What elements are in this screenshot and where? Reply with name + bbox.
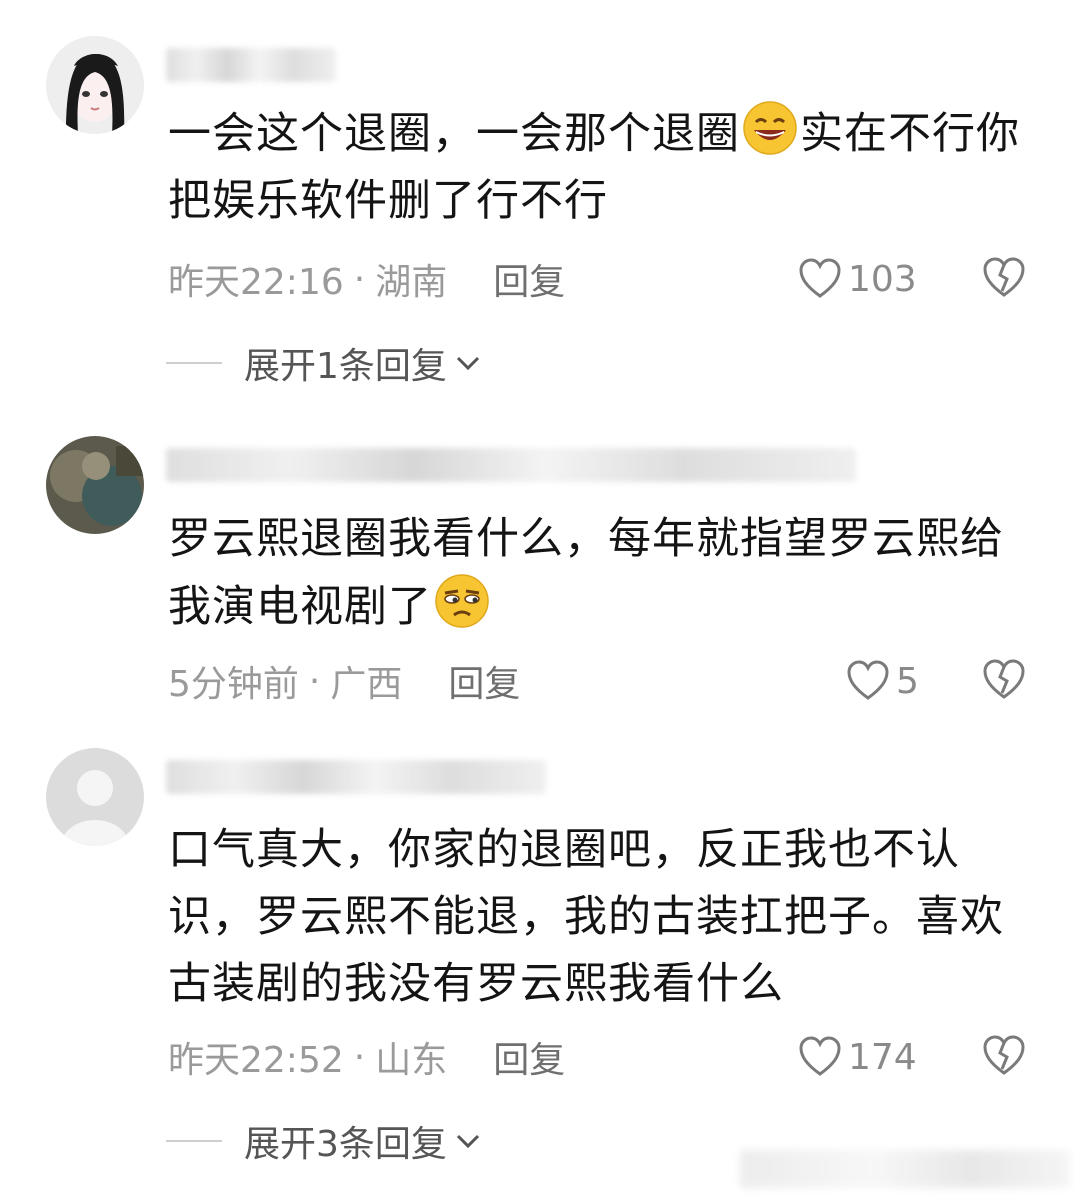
username-blurred[interactable] bbox=[166, 760, 546, 794]
heart-outline-icon bbox=[799, 1036, 841, 1076]
avatar-image bbox=[46, 436, 144, 534]
meta-separator: · bbox=[353, 258, 366, 300]
heart-outline-icon bbox=[847, 660, 889, 700]
comment-meta: 昨天22:52 · 山东 回复 174 bbox=[168, 1032, 1040, 1082]
expand-replies-label: 展开1条回复 bbox=[244, 346, 447, 387]
reply-button[interactable]: 回复 bbox=[448, 655, 520, 707]
like-count: 174 bbox=[848, 1036, 917, 1078]
avatar-image bbox=[46, 36, 144, 134]
comment-location: 广西 bbox=[330, 664, 403, 705]
comment-text: 罗云熙退圈我看什么，每年就指望罗云熙给我演电视剧了 bbox=[168, 514, 1004, 632]
comment-meta: 昨天22:16 · 湖南 回复 103 bbox=[168, 254, 1040, 304]
chevron-down-icon bbox=[456, 356, 479, 371]
username-blurred[interactable] bbox=[166, 448, 856, 482]
broken-heart-icon[interactable] bbox=[982, 659, 1026, 701]
divider-line bbox=[166, 1140, 222, 1142]
reply-button[interactable]: 回复 bbox=[493, 253, 565, 305]
chevron-down-icon bbox=[456, 1134, 479, 1149]
comment-meta: 5分钟前 · 广西 回复 5 bbox=[168, 656, 1040, 706]
like-button[interactable]: 174 bbox=[798, 1036, 917, 1078]
watermark-blurred bbox=[740, 1150, 1070, 1188]
like-count: 103 bbox=[848, 258, 917, 300]
expand-replies-button[interactable]: 展开3条回复 bbox=[166, 1116, 483, 1166]
unamused-emoji-icon bbox=[435, 574, 489, 628]
comment-text: 一会这个退圈，一会那个退圈 实在不行你把娱乐软件删了行不行 bbox=[168, 100, 1028, 235]
expand-replies-label: 展开3条回复 bbox=[244, 1124, 447, 1165]
meta-separator: · bbox=[308, 660, 321, 702]
avatar[interactable] bbox=[46, 436, 144, 534]
comment-time: 昨天22:52 bbox=[168, 1040, 344, 1081]
divider-line bbox=[166, 362, 222, 364]
reply-button[interactable]: 回复 bbox=[493, 1031, 565, 1083]
comment-location: 山东 bbox=[375, 1040, 448, 1081]
like-count: 5 bbox=[896, 660, 919, 702]
comment-time: 5分钟前 bbox=[168, 664, 299, 705]
avatar[interactable] bbox=[46, 748, 144, 846]
username-blurred[interactable] bbox=[166, 48, 336, 82]
grinning-emoji-icon bbox=[743, 101, 797, 155]
comment-location: 湖南 bbox=[375, 262, 448, 303]
comment-time: 昨天22:16 bbox=[168, 262, 344, 303]
broken-heart-icon[interactable] bbox=[982, 1035, 1026, 1077]
meta-separator: · bbox=[353, 1036, 366, 1078]
avatar[interactable] bbox=[46, 36, 144, 134]
heart-outline-icon bbox=[799, 258, 841, 298]
default-avatar-icon bbox=[46, 748, 144, 846]
broken-heart-icon[interactable] bbox=[982, 257, 1026, 299]
comment-text: 口气真大，你家的退圈吧，反正我也不认识，罗云熙不能退，我的古装扛把子。喜欢古装剧… bbox=[168, 825, 1004, 1009]
like-button[interactable]: 5 bbox=[846, 660, 919, 702]
like-button[interactable]: 103 bbox=[798, 258, 917, 300]
expand-replies-button[interactable]: 展开1条回复 bbox=[166, 338, 483, 388]
